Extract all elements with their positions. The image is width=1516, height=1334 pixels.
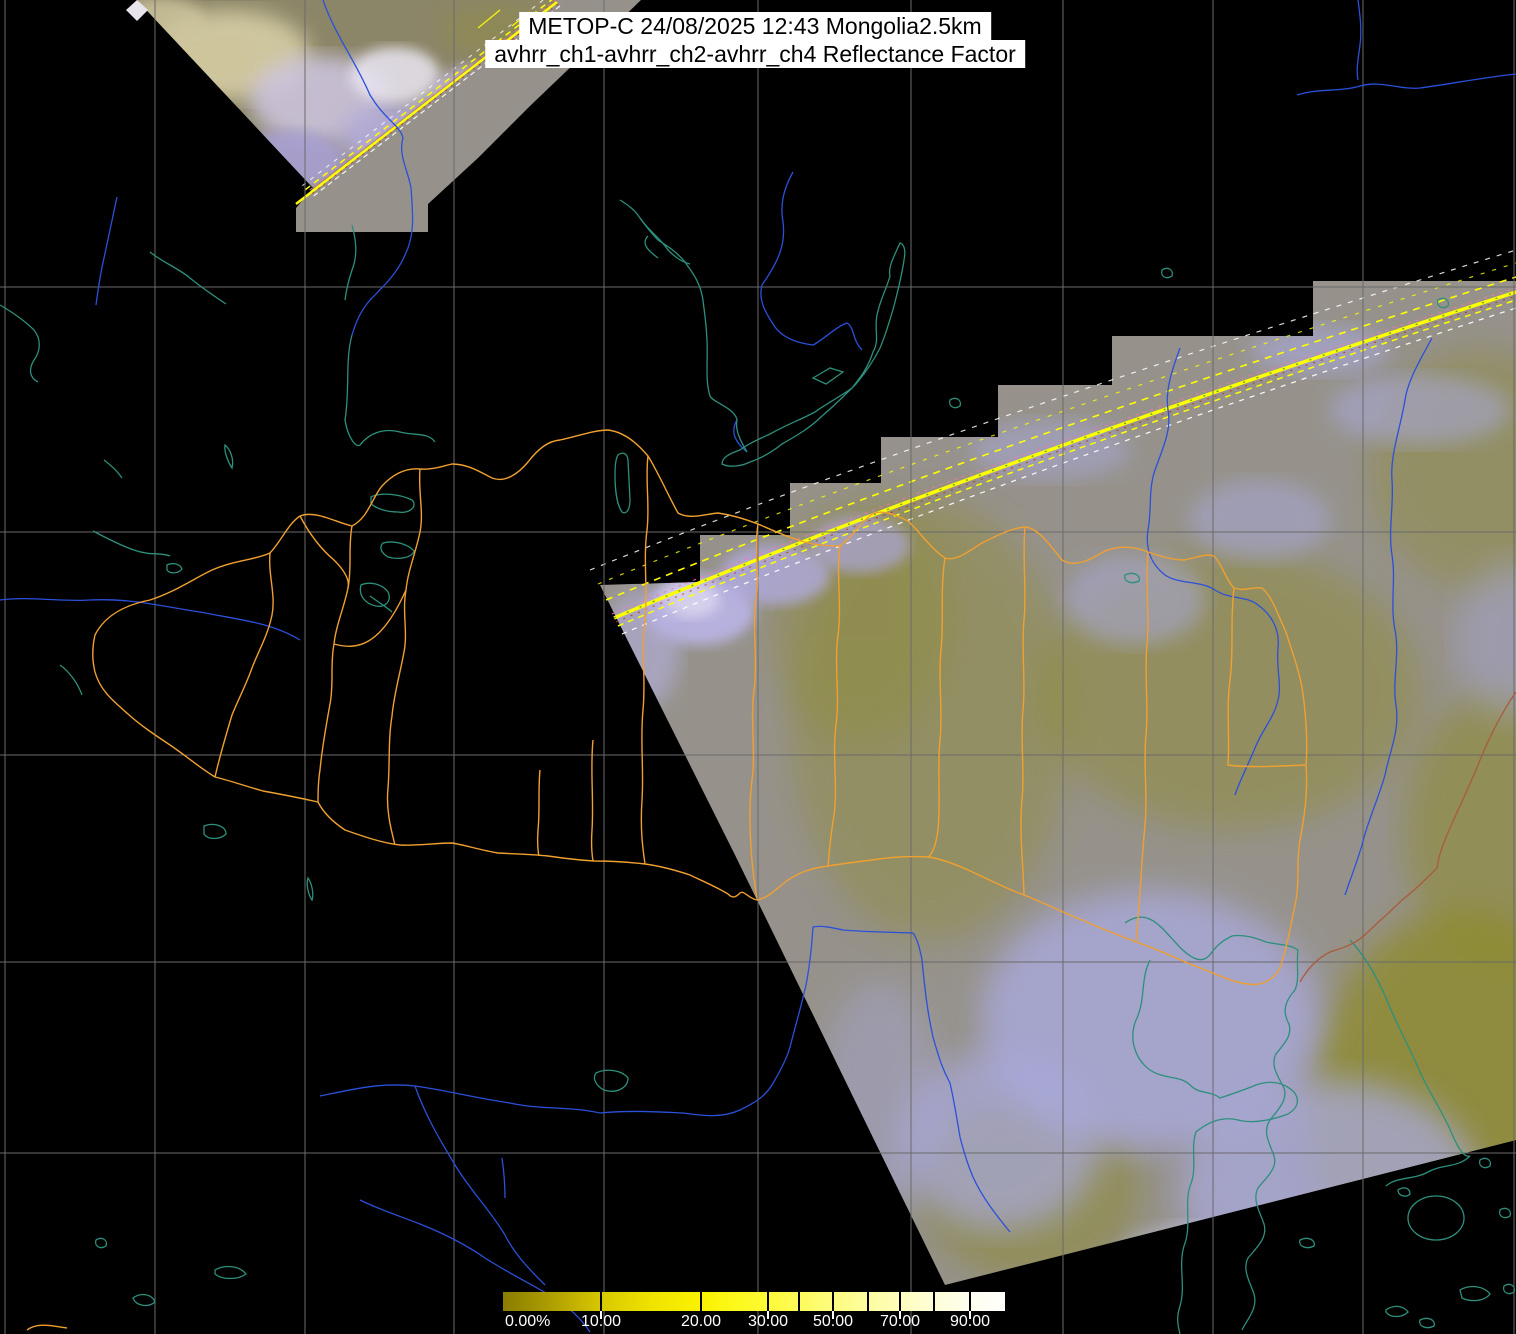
colorbar-separator <box>798 1292 800 1311</box>
colorbar-tick <box>969 1311 971 1319</box>
title-line-1: METOP-C 24/08/2025 12:43 Mongolia2.5km <box>519 12 991 40</box>
satellite-image-viewport: METOP-C 24/08/2025 12:43 Mongolia2.5km a… <box>0 0 1516 1334</box>
colorbar-separator <box>600 1292 602 1311</box>
colorbar-separator <box>832 1292 834 1311</box>
colorbar-value-label: 20.00 <box>680 1313 722 1330</box>
colorbar-separator <box>867 1292 869 1311</box>
colorbar-tick <box>600 1311 602 1319</box>
colorbar-tick <box>767 1311 769 1319</box>
image-title-block: METOP-C 24/08/2025 12:43 Mongolia2.5km a… <box>485 12 1025 68</box>
colorbar-separator <box>767 1292 769 1311</box>
colorbar-separator <box>933 1292 935 1311</box>
colorbar-labels: 0.00% 10.00 20.00 30.00 50.00 70.00 90.00 <box>503 1313 1005 1333</box>
colorbar-tick <box>832 1311 834 1319</box>
colorbar-separator <box>700 1292 702 1311</box>
colorbar-gradient <box>503 1292 1005 1311</box>
title-line-2: avhrr_ch1-avhrr_ch2-avhrr_ch4 Reflectanc… <box>485 40 1025 68</box>
satellite-basemap <box>0 0 1516 1334</box>
colorbar-separator <box>969 1292 971 1311</box>
colorbar-value-label: 0.00% <box>505 1313 551 1330</box>
reflectance-colorbar <box>503 1292 1005 1311</box>
colorbar-tick <box>899 1311 901 1319</box>
colorbar-separator <box>899 1292 901 1311</box>
